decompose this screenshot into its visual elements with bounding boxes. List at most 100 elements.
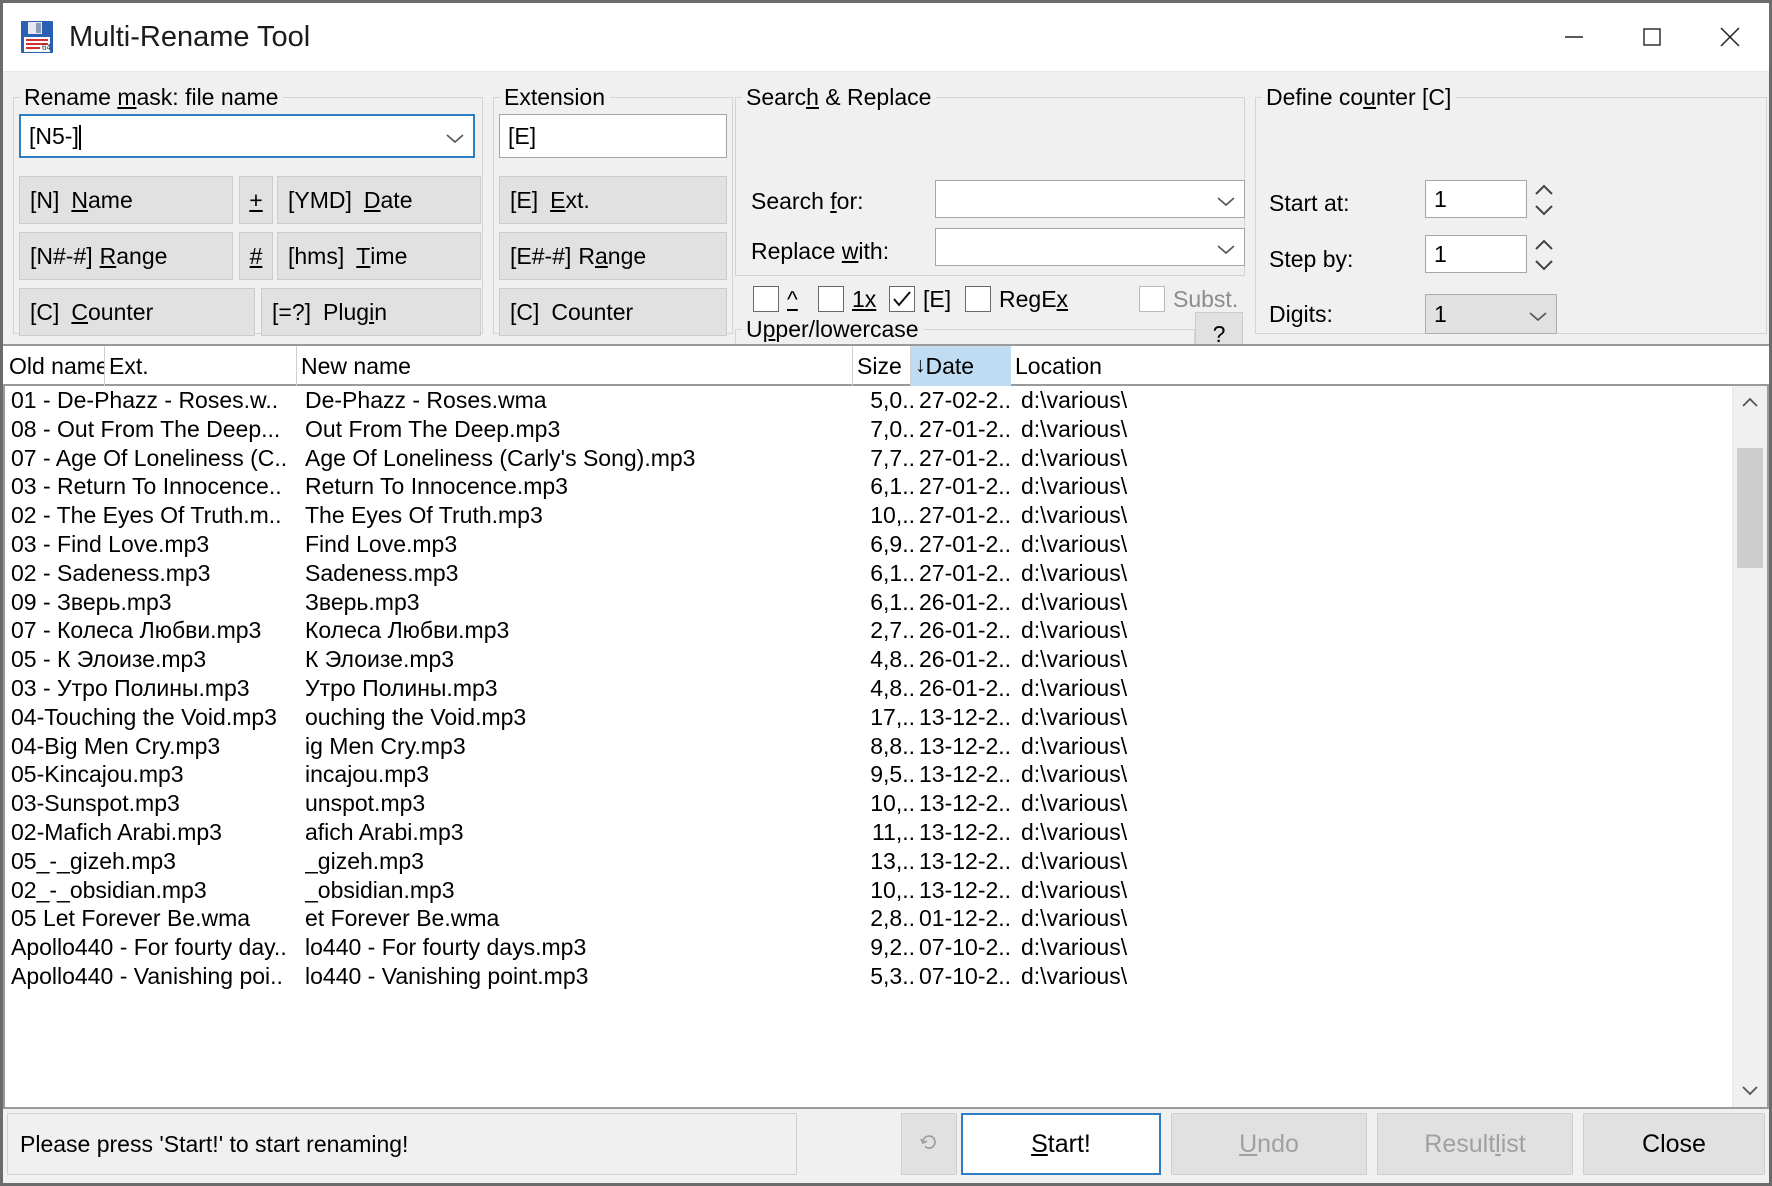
cell-size: 6,1..	[870, 473, 915, 500]
column-header-location[interactable]: Location	[1011, 346, 1771, 386]
extension-counter-button[interactable]: [C] Counter	[499, 288, 727, 336]
digits-select[interactable]: 1	[1425, 294, 1557, 334]
once-checkbox-label: 1x	[852, 286, 877, 312]
column-header-ext[interactable]: Ext.	[105, 346, 297, 386]
step-by-spinner[interactable]	[1531, 233, 1557, 277]
mask-plugin-button[interactable]: [=?] Plug i n	[261, 288, 481, 336]
mask-counter-button[interactable]: [C] Counter	[19, 288, 255, 336]
cell-old-name: 03-Sunspot.mp3	[11, 790, 180, 817]
table-row[interactable]: 02 - The Eyes Of Truth.m.. The Eyes Of Tr…	[5, 501, 1733, 530]
cell-old-name: 09 - Зверь.mp3	[11, 588, 172, 615]
mask-time-button[interactable]: [hms] Time	[277, 232, 481, 280]
ext-checkbox-label: [E]	[923, 286, 952, 312]
cell-old-name: 02 - The Eyes Of Truth.m..	[11, 502, 282, 529]
table-row[interactable]: 03 - Утро Полины.mp3 Утро Полины.mp3 4,8..…	[5, 674, 1733, 703]
close-icon[interactable]	[1691, 3, 1769, 71]
cell-new-name: lo440 - Vanishing point.mp3	[305, 962, 589, 989]
svg-text:64: 64	[42, 43, 51, 52]
checkmark-icon	[893, 291, 911, 307]
column-header-date[interactable]: ↓ Date	[911, 346, 1011, 386]
table-row[interactable]: 01 - De-Phazz - Roses.w.. De-Phazz - Rose…	[5, 386, 1733, 415]
start-at-input[interactable]: 1	[1425, 180, 1527, 218]
table-row[interactable]: 05-Kincajou.mp3 incajou.mp3 9,5.. 13-12-2..…	[5, 760, 1733, 789]
mask-plus-button[interactable]: +	[239, 176, 273, 224]
cell-size: 9,5..	[870, 761, 915, 788]
start-accel: S	[1031, 1129, 1048, 1158]
close-button[interactable]: Close	[1583, 1113, 1765, 1175]
table-row[interactable]: 02 - Sadeness.mp3 Sadeness.mp3 6,1.. 27-01-…	[5, 559, 1733, 588]
scroll-down-icon[interactable]	[1733, 1073, 1767, 1107]
table-row[interactable]: 08 - Out From The Deep... Out From The De…	[5, 415, 1733, 444]
extension-input[interactable]: [E]	[499, 114, 727, 158]
mask-range-button[interactable]: [N#-#] Range	[19, 232, 233, 280]
column-header-new-name[interactable]: New name	[297, 346, 853, 386]
mask-hash-button[interactable]: #	[239, 232, 273, 280]
cell-location: d:\various\	[1021, 761, 1128, 788]
chevron-down-icon[interactable]	[1528, 301, 1548, 328]
maximize-icon[interactable]	[1613, 3, 1691, 71]
table-row[interactable]: Apollo440 - For fourty day.. lo440 - For …	[5, 933, 1733, 962]
cell-location: d:\various\	[1021, 818, 1128, 845]
table-row[interactable]: 07 - Age Of Loneliness (C.. Age Of Loneli…	[5, 444, 1733, 473]
column-header-size[interactable]: Size	[853, 346, 911, 386]
multi-rename-tool-window: 64 Multi-Rename Tool Rename mask: file n…	[0, 0, 1772, 1186]
search-for-input[interactable]	[935, 180, 1245, 218]
column-header-old-name[interactable]: Old name	[5, 346, 105, 386]
table-row[interactable]: 04-Big Men Cry.mp3 ig Men Cry.mp3 8,8.. 13-…	[5, 732, 1733, 761]
mask-name-rest: ame	[88, 186, 133, 213]
table-row[interactable]: 03 - Find Love.mp3 Find Love.mp3 6,9.. 27-0…	[5, 530, 1733, 559]
table-row[interactable]: 04-Touching the Void.mp3 ouching the Void…	[5, 703, 1733, 732]
cell-old-name: 04-Touching the Void.mp3	[11, 703, 277, 730]
table-row[interactable]: 09 - Зверь.mp3 Зверь.mp3 6,1.. 26-01-2.. d:\…	[5, 588, 1733, 617]
table-row[interactable]: 02_-_obsidian.mp3 _obsidian.mp3 10,.. 13-12…	[5, 876, 1733, 905]
extension-ext-button[interactable]: [E] Ext.	[499, 176, 727, 224]
table-row[interactable]: 05 - К Элоизе.mp3 К Элоизе.mp3 4,8.. 26-01-…	[5, 645, 1733, 674]
table-row[interactable]: 05_-_gizeh.mp3 _gizeh.mp3 13,.. 13-12-2.. d:…	[5, 847, 1733, 876]
subst-checkbox	[1139, 286, 1165, 312]
replace-with-input[interactable]	[935, 228, 1245, 266]
chevron-down-icon[interactable]	[1216, 234, 1236, 261]
table-row[interactable]: 02-Mafich Arabi.mp3 afich Arabi.mp3 11,.. 1…	[5, 818, 1733, 847]
extension-range-button[interactable]: [E#-#] Ra nge	[499, 232, 727, 280]
cell-date: 27-01-2..	[919, 502, 1012, 529]
refresh-icon	[919, 1130, 939, 1159]
cell-size: 7,7..	[870, 444, 915, 471]
start-at-spinner[interactable]	[1531, 178, 1557, 222]
cell-location: d:\various\	[1021, 703, 1128, 730]
start-button[interactable]: Start!	[961, 1113, 1161, 1175]
rename-mask-input[interactable]: [N5-]	[19, 114, 475, 158]
file-list[interactable]: 01 - De-Phazz - Roses.w.. De-Phazz - Rose…	[3, 386, 1769, 1107]
mask-plus-label: +	[249, 186, 263, 213]
scroll-up-icon[interactable]	[1733, 386, 1767, 420]
ext-code: [E]	[510, 186, 539, 213]
mask-time-accel: T	[356, 242, 371, 269]
digits-label: Digits:	[1269, 301, 1333, 327]
step-by-input[interactable]: 1	[1425, 235, 1527, 273]
table-row[interactable]: 05 Let Forever Be.wma et Forever Be.wma 2,…	[5, 904, 1733, 933]
refresh-button[interactable]	[901, 1113, 957, 1175]
scrollbar-thumb[interactable]	[1737, 448, 1763, 568]
regex-checkbox[interactable]	[965, 286, 991, 312]
ext-checkbox[interactable]	[889, 286, 915, 312]
once-checkbox[interactable]	[818, 286, 844, 312]
mask-plugin-code: [=?]	[272, 298, 312, 325]
mask-date-button[interactable]: [YMD] Date	[277, 176, 481, 224]
table-row[interactable]: 07 - Колеса Любви.mp3 Колеса Любви.mp3 2,7…	[5, 616, 1733, 645]
chevron-down-icon[interactable]	[1216, 186, 1236, 213]
table-row[interactable]: 03-Sunspot.mp3 unspot.mp3 10,.. 13-12-2.. d:…	[5, 789, 1733, 818]
window-title: Multi-Rename Tool	[69, 20, 311, 53]
cell-date: 27-01-2..	[919, 473, 1012, 500]
vertical-scrollbar[interactable]	[1732, 386, 1767, 1107]
cell-old-name: 08 - Out From The Deep...	[11, 415, 281, 442]
caret-checkbox[interactable]	[753, 286, 779, 312]
cell-location: d:\various\	[1021, 732, 1128, 759]
chevron-down-icon[interactable]	[445, 123, 465, 150]
table-row[interactable]: Apollo440 - Vanishing poi.. lo440 - Vanis…	[5, 962, 1733, 991]
cell-date: 01-12-2..	[919, 905, 1012, 932]
mask-hash-label: #	[249, 242, 263, 269]
table-row[interactable]: 03 - Return To Innocence.. Return To Inno…	[5, 472, 1733, 501]
minimize-icon[interactable]	[1535, 3, 1613, 71]
cell-location: d:\various\	[1021, 905, 1128, 932]
cell-new-name: Age Of Loneliness (Carly's Song).mp3	[305, 444, 696, 471]
mask-name-button[interactable]: [N] Name	[19, 176, 233, 224]
